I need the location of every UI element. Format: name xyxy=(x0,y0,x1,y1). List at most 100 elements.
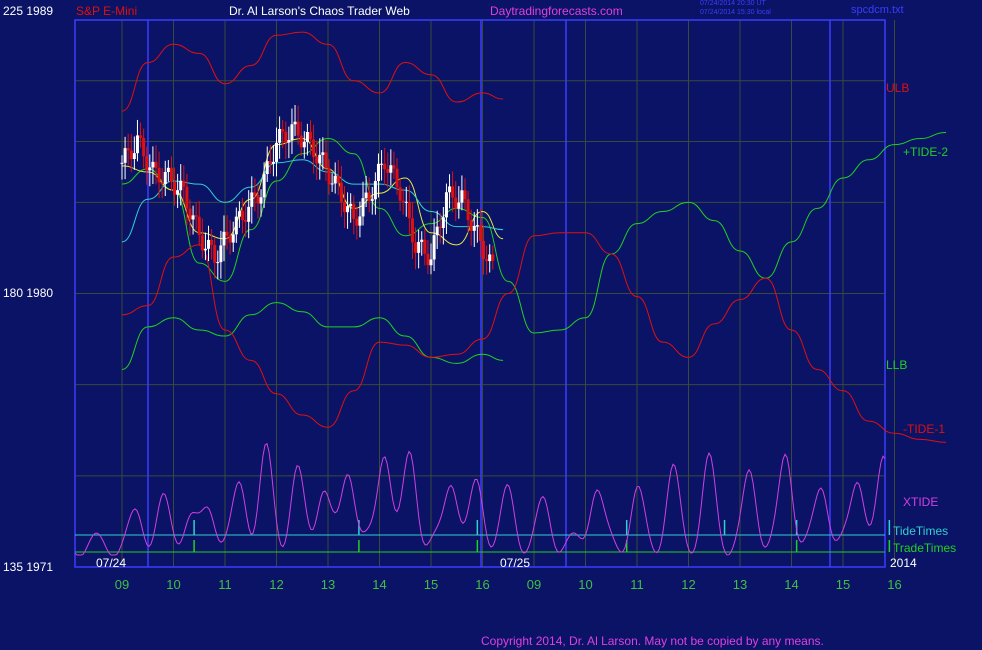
price-bar-body xyxy=(355,218,359,226)
price-bar-body xyxy=(373,181,377,200)
xtide-line xyxy=(74,442,886,556)
price-bar-body xyxy=(179,180,183,191)
header-symbol: S&P E-Mini xyxy=(76,4,138,18)
xtide-oscillator xyxy=(74,442,886,556)
chart-grid xyxy=(75,19,895,567)
price-bar-body xyxy=(247,206,251,222)
price-bar-body xyxy=(469,220,473,231)
price-bar-body xyxy=(305,131,309,142)
price-bar-body xyxy=(435,226,439,236)
price-bar-body xyxy=(466,199,470,221)
price-bar-body xyxy=(197,216,201,236)
price-bar-body xyxy=(222,231,226,246)
price-bar-body xyxy=(126,148,130,151)
price-bar-body xyxy=(401,200,405,203)
price-bar-body xyxy=(346,206,350,213)
price-bar-body xyxy=(191,215,195,220)
hour-label: 13 xyxy=(321,577,335,592)
series-line-llb xyxy=(121,302,504,370)
price-bar-body xyxy=(241,211,245,220)
price-bar-body xyxy=(395,168,399,188)
price-bar-body xyxy=(256,195,260,204)
header-app-title: Dr. Al Larson's Chaos Trader Web xyxy=(229,4,410,18)
price-bar-body xyxy=(145,156,149,171)
price-bar-body xyxy=(250,192,254,207)
price-bar-body xyxy=(244,219,248,222)
hour-label: 13 xyxy=(733,577,747,592)
price-bar-body xyxy=(268,161,272,164)
price-bar-body xyxy=(333,175,337,184)
price-bar-body xyxy=(432,235,436,260)
header-site-link[interactable]: Daytradingforecasts.com xyxy=(490,4,623,18)
hour-label: 10 xyxy=(166,577,180,592)
price-bar-body xyxy=(361,198,365,217)
year-label: 2014 xyxy=(890,556,917,570)
price-bar-body xyxy=(352,203,356,219)
price-bar-body xyxy=(426,253,430,266)
header-file-name: spcdcm.txt xyxy=(851,4,904,16)
price-bar-body xyxy=(485,259,489,262)
legend-label: ULB xyxy=(886,81,909,95)
price-bar-body xyxy=(318,154,322,164)
legend-label: XTIDE xyxy=(903,495,938,509)
price-bar-body xyxy=(463,190,467,200)
price-bar-body xyxy=(219,245,223,263)
price-bar-body xyxy=(460,190,464,203)
price-bar-body xyxy=(185,186,189,209)
price-bar-body xyxy=(441,217,445,228)
price-bar-body xyxy=(216,262,220,264)
price-bar-body xyxy=(262,174,266,198)
price-bar-body xyxy=(163,171,167,184)
price-bar-body xyxy=(234,216,238,235)
price-bar-body xyxy=(339,182,343,203)
price-bar-body xyxy=(315,157,319,164)
price-bar-body xyxy=(358,216,362,226)
date-label: 07/25 xyxy=(500,556,530,570)
header-left-scale: 225 1989 xyxy=(3,4,54,18)
price-bar-body xyxy=(417,241,421,253)
price-bar-body xyxy=(259,197,263,204)
hour-label: 09 xyxy=(527,577,541,592)
hour-label: 10 xyxy=(578,577,592,592)
price-bar-body xyxy=(176,190,180,195)
price-bar-body xyxy=(407,201,411,219)
legend-label: -TIDE-1 xyxy=(903,422,945,436)
price-bar-body xyxy=(386,169,390,173)
price-bar-body xyxy=(173,182,177,195)
price-bar-body xyxy=(398,187,402,201)
price-bar-body xyxy=(336,175,340,183)
price-bar-body xyxy=(148,167,152,171)
hour-label: 09 xyxy=(115,577,129,592)
price-bar-body xyxy=(225,231,229,236)
price-bar-body xyxy=(448,186,452,193)
price-bar-body xyxy=(364,192,368,199)
price-bar-body xyxy=(376,163,380,182)
price-bar-body xyxy=(188,208,192,220)
price-bar-body xyxy=(281,128,285,132)
footer-copyright: Copyright 2014, Dr. Al Larson. May not b… xyxy=(481,634,824,648)
legend-label: LLB xyxy=(886,358,907,372)
left-axis-label: 135 1971 xyxy=(3,560,53,574)
price-bar-body xyxy=(213,244,217,263)
price-bar-body xyxy=(237,211,241,217)
price-bar-body xyxy=(349,203,353,207)
legend-label: +TIDE-2 xyxy=(903,145,948,159)
price-bar-body xyxy=(472,225,476,231)
price-bar-body xyxy=(370,199,374,201)
price-bar-body xyxy=(160,182,164,184)
price-bar-body xyxy=(414,242,418,253)
price-bar-body xyxy=(120,162,124,164)
hour-label: 15 xyxy=(836,577,850,592)
price-bar-body xyxy=(389,165,393,173)
price-bar-body xyxy=(457,202,461,209)
price-bar-body xyxy=(488,254,492,262)
price-bar-body xyxy=(296,121,300,136)
price-bar-body xyxy=(429,259,433,266)
price-bar-body xyxy=(203,248,207,251)
series-line-ulb xyxy=(121,31,504,112)
hour-label: 14 xyxy=(372,577,386,592)
header-timestamp-ut: 07/24/2014 20:30 UT xyxy=(700,0,766,7)
price-bar-body xyxy=(151,161,155,168)
price-bar-body xyxy=(207,239,211,249)
price-bar-body xyxy=(380,163,384,165)
